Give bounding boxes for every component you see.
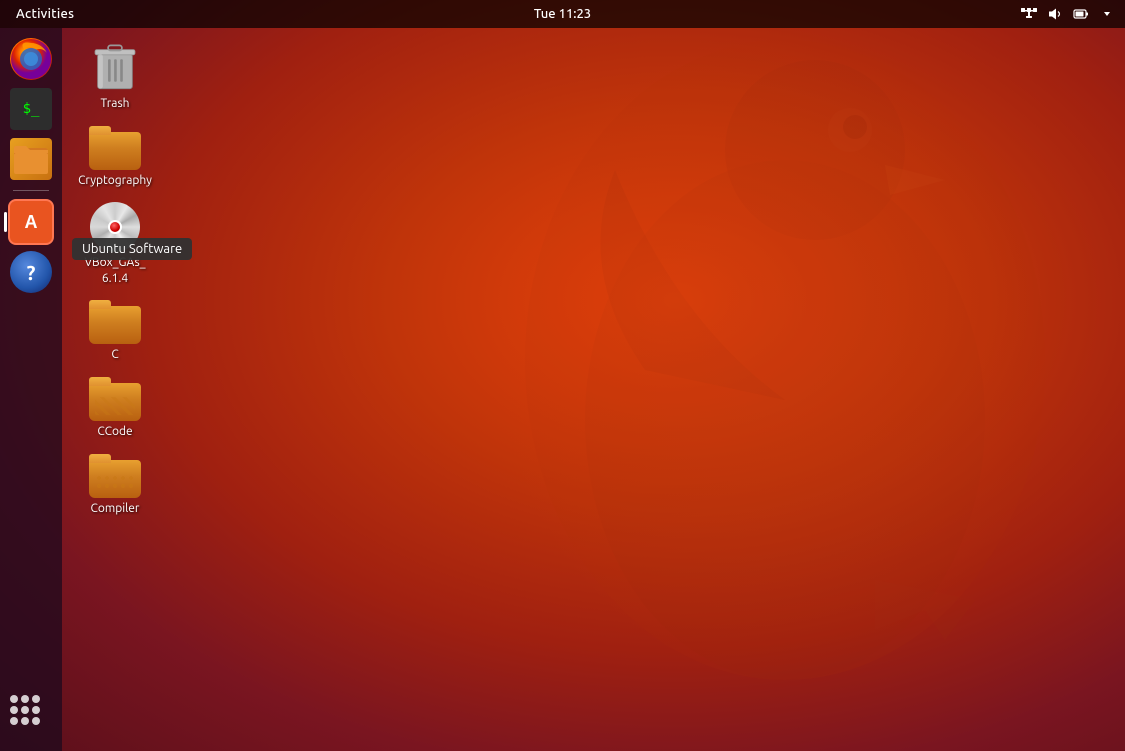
- dock-item-files[interactable]: [8, 136, 54, 182]
- desktop-icon-ccode[interactable]: CCode: [70, 371, 160, 446]
- dock-item-terminal[interactable]: $_: [8, 86, 54, 132]
- grid-dot: [21, 706, 29, 714]
- dock-item-ubuntu-software[interactable]: A: [8, 199, 54, 245]
- cryptography-folder-icon: [89, 126, 141, 170]
- svg-text:A: A: [25, 212, 38, 232]
- c-folder-icon: [89, 300, 141, 344]
- ccode-folder-icon: [89, 377, 141, 421]
- help-icon: ?: [10, 251, 52, 293]
- ccode-label: CCode: [97, 424, 132, 440]
- desktop-wallpaper-bird: [495, 20, 1075, 700]
- compiler-label: Compiler: [91, 501, 140, 517]
- panel-clock[interactable]: Tue 11:23: [534, 7, 591, 21]
- ubuntu-software-tooltip: Ubuntu Software: [72, 238, 192, 260]
- grid-dot: [32, 706, 40, 714]
- desktop-icon-c[interactable]: C: [70, 294, 160, 369]
- dock-item-firefox[interactable]: [8, 36, 54, 82]
- grid-dot: [10, 706, 18, 714]
- trash-icon: [89, 41, 141, 93]
- grid-dot: [10, 695, 18, 703]
- panel-left: Activities: [0, 5, 82, 23]
- show-applications-button[interactable]: [10, 695, 52, 727]
- files-icon: [10, 138, 52, 180]
- system-menu-arrow[interactable]: [1097, 4, 1117, 24]
- activities-button[interactable]: Activities: [8, 5, 82, 23]
- grid-dot: [32, 717, 40, 725]
- grid-dot: [21, 717, 29, 725]
- grid-dot: [10, 717, 18, 725]
- cryptography-label: Cryptography: [78, 173, 152, 189]
- panel-right: [1019, 4, 1125, 24]
- grid-dot: [32, 695, 40, 703]
- desktop-icon-trash[interactable]: Trash: [70, 35, 160, 118]
- cd-center: [108, 220, 122, 234]
- dock: $_ A ?: [0, 28, 62, 751]
- trash-label: Trash: [100, 96, 129, 112]
- compiler-folder-icon: [89, 454, 141, 498]
- dock-item-help[interactable]: ?: [8, 249, 54, 295]
- dock-separator: [13, 190, 49, 191]
- terminal-icon: $_: [10, 88, 52, 130]
- network-icon[interactable]: [1019, 4, 1039, 24]
- desktop-icon-cryptography[interactable]: Cryptography: [70, 120, 160, 195]
- desktop: Activities Tue 11:23: [0, 0, 1125, 751]
- desktop-icons-area: Trash Cryptography VBox_GAs_ 6.1.4 C: [70, 35, 160, 524]
- desktop-icon-compiler[interactable]: Compiler: [70, 448, 160, 523]
- grid-dot: [21, 695, 29, 703]
- volume-icon[interactable]: [1045, 4, 1065, 24]
- battery-icon[interactable]: [1071, 4, 1091, 24]
- ubuntu-software-icon: A: [8, 199, 54, 245]
- firefox-icon: [10, 38, 52, 80]
- c-folder-label: C: [111, 347, 118, 363]
- top-panel: Activities Tue 11:23: [0, 0, 1125, 28]
